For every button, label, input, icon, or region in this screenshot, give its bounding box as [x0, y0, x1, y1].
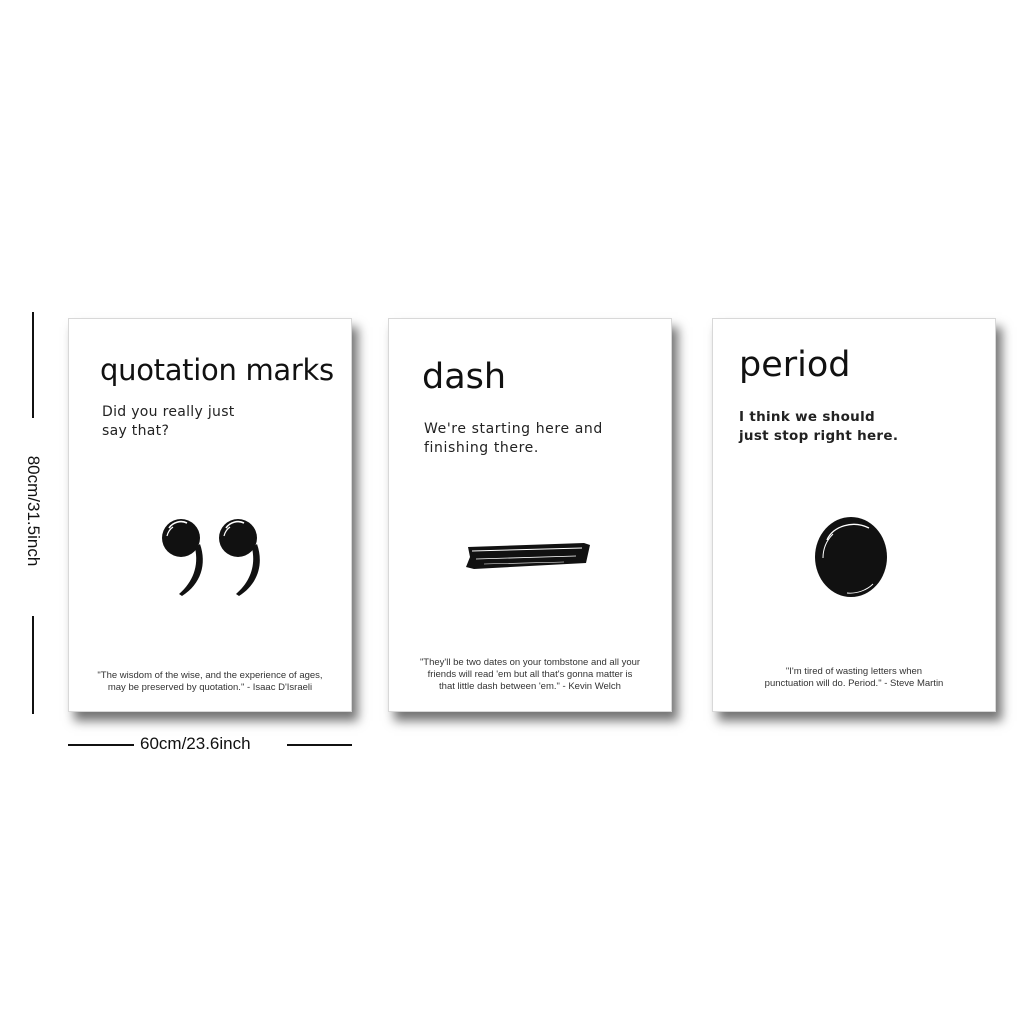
- poster-title: dash: [422, 357, 507, 397]
- poster-quote-line: may be preserved by quotation." - Isaac …: [107, 682, 313, 693]
- poster-subtitle-line: Did you really just: [102, 404, 235, 420]
- poster-quote-line: "The wisdom of the wise, and the experie…: [97, 670, 323, 681]
- poster-subtitle-line: I think we should: [739, 409, 875, 425]
- poster-quote-line: friends will read 'em but all that's gon…: [427, 669, 633, 680]
- dash-icon: [466, 543, 590, 569]
- width-dimension-line-right: [287, 744, 352, 746]
- period-icon: [815, 517, 887, 597]
- poster-quote-line: punctuation will do. Period." - Steve Ma…: [764, 678, 944, 689]
- poster-subtitle-line: say that?: [102, 423, 170, 439]
- poster-quote-line: "I'm tired of wasting letters when: [785, 666, 923, 677]
- poster-subtitle-line: just stop right here.: [739, 428, 899, 444]
- height-dimension-line-top: [32, 312, 34, 418]
- poster-quote: "The wisdom of the wise, and the experie…: [77, 670, 343, 694]
- poster-subtitle-line: We're starting here and: [424, 421, 603, 437]
- height-dimension-label: 80cm/31.5inch: [24, 455, 43, 567]
- poster-dash: dash We're starting here and finishing t…: [388, 318, 672, 712]
- poster-quote: "They'll be two dates on your tombstone …: [397, 657, 663, 693]
- poster-subtitle: We're starting here and finishing there.: [424, 420, 603, 458]
- height-dimension-line-bottom: [32, 616, 34, 714]
- quotation-marks-icon: [162, 519, 260, 596]
- poster-subtitle-line: finishing there.: [424, 440, 539, 456]
- poster-quote: "I'm tired of wasting letters when punct…: [721, 666, 987, 690]
- poster-subtitle: Did you really just say that?: [102, 403, 235, 441]
- poster-subtitle: I think we should just stop right here.: [739, 408, 898, 446]
- width-dimension-label: 60cm/23.6inch: [140, 734, 251, 753]
- poster-quote-line: that little dash between 'em." - Kevin W…: [439, 681, 621, 692]
- poster-title: quotation marks: [100, 353, 334, 387]
- poster-quotation-marks: quotation marks Did you really just say …: [68, 318, 352, 712]
- poster-quote-line: "They'll be two dates on your tombstone …: [419, 657, 641, 668]
- product-image: 80cm/31.5inch 60cm/23.6inch quotation ma…: [0, 0, 1024, 1024]
- width-dimension-line-left: [68, 744, 134, 746]
- poster-period: period I think we should just stop right…: [712, 318, 996, 712]
- poster-title: period: [739, 345, 851, 385]
